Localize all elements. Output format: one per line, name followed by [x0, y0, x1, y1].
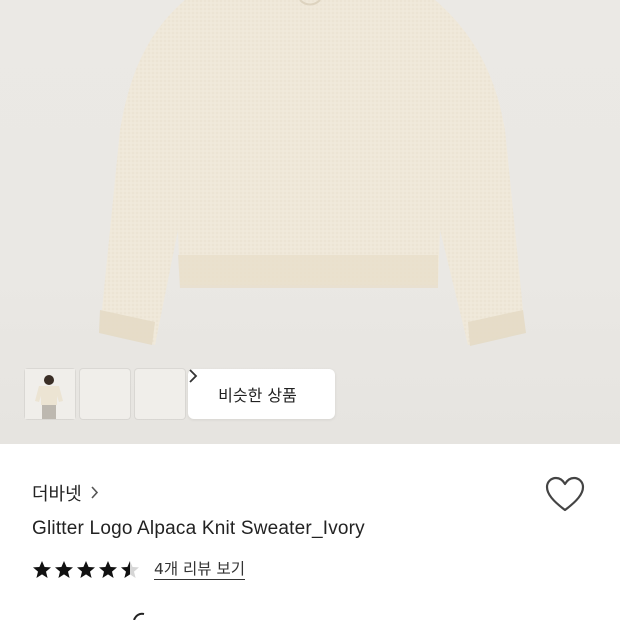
star-half-icon — [121, 561, 139, 578]
thumbnail-3[interactable] — [25, 369, 185, 419]
star-full-icon — [99, 561, 117, 578]
similar-products-label: 비슷한 상품 — [218, 386, 297, 405]
star-full-icon — [77, 561, 95, 578]
wishlist-heart-icon[interactable] — [545, 476, 585, 514]
brand-link[interactable]: 더바넷 — [32, 480, 99, 506]
star-full-icon — [33, 561, 51, 578]
brand-name: 더바넷 — [32, 484, 82, 505]
chevron-right-icon — [90, 484, 99, 503]
product-info: 더바넷 Glitter Logo Alpaca Knit Sweater_Ivo… — [0, 444, 620, 620]
rating-row: 4개 리뷰 보기 — [32, 560, 246, 580]
price-peek — [133, 612, 145, 620]
similar-products-button[interactable]: 비슷한 상품 — [188, 369, 335, 419]
product-hero-image[interactable]: 비슷한 상품 — [0, 0, 620, 444]
product-title: Glitter Logo Alpaca Knit Sweater_Ivory — [32, 518, 365, 539]
thumbnail-2[interactable] — [25, 369, 130, 419]
review-link[interactable]: 4개 리뷰 보기 — [154, 560, 246, 580]
star-full-icon — [55, 561, 73, 578]
